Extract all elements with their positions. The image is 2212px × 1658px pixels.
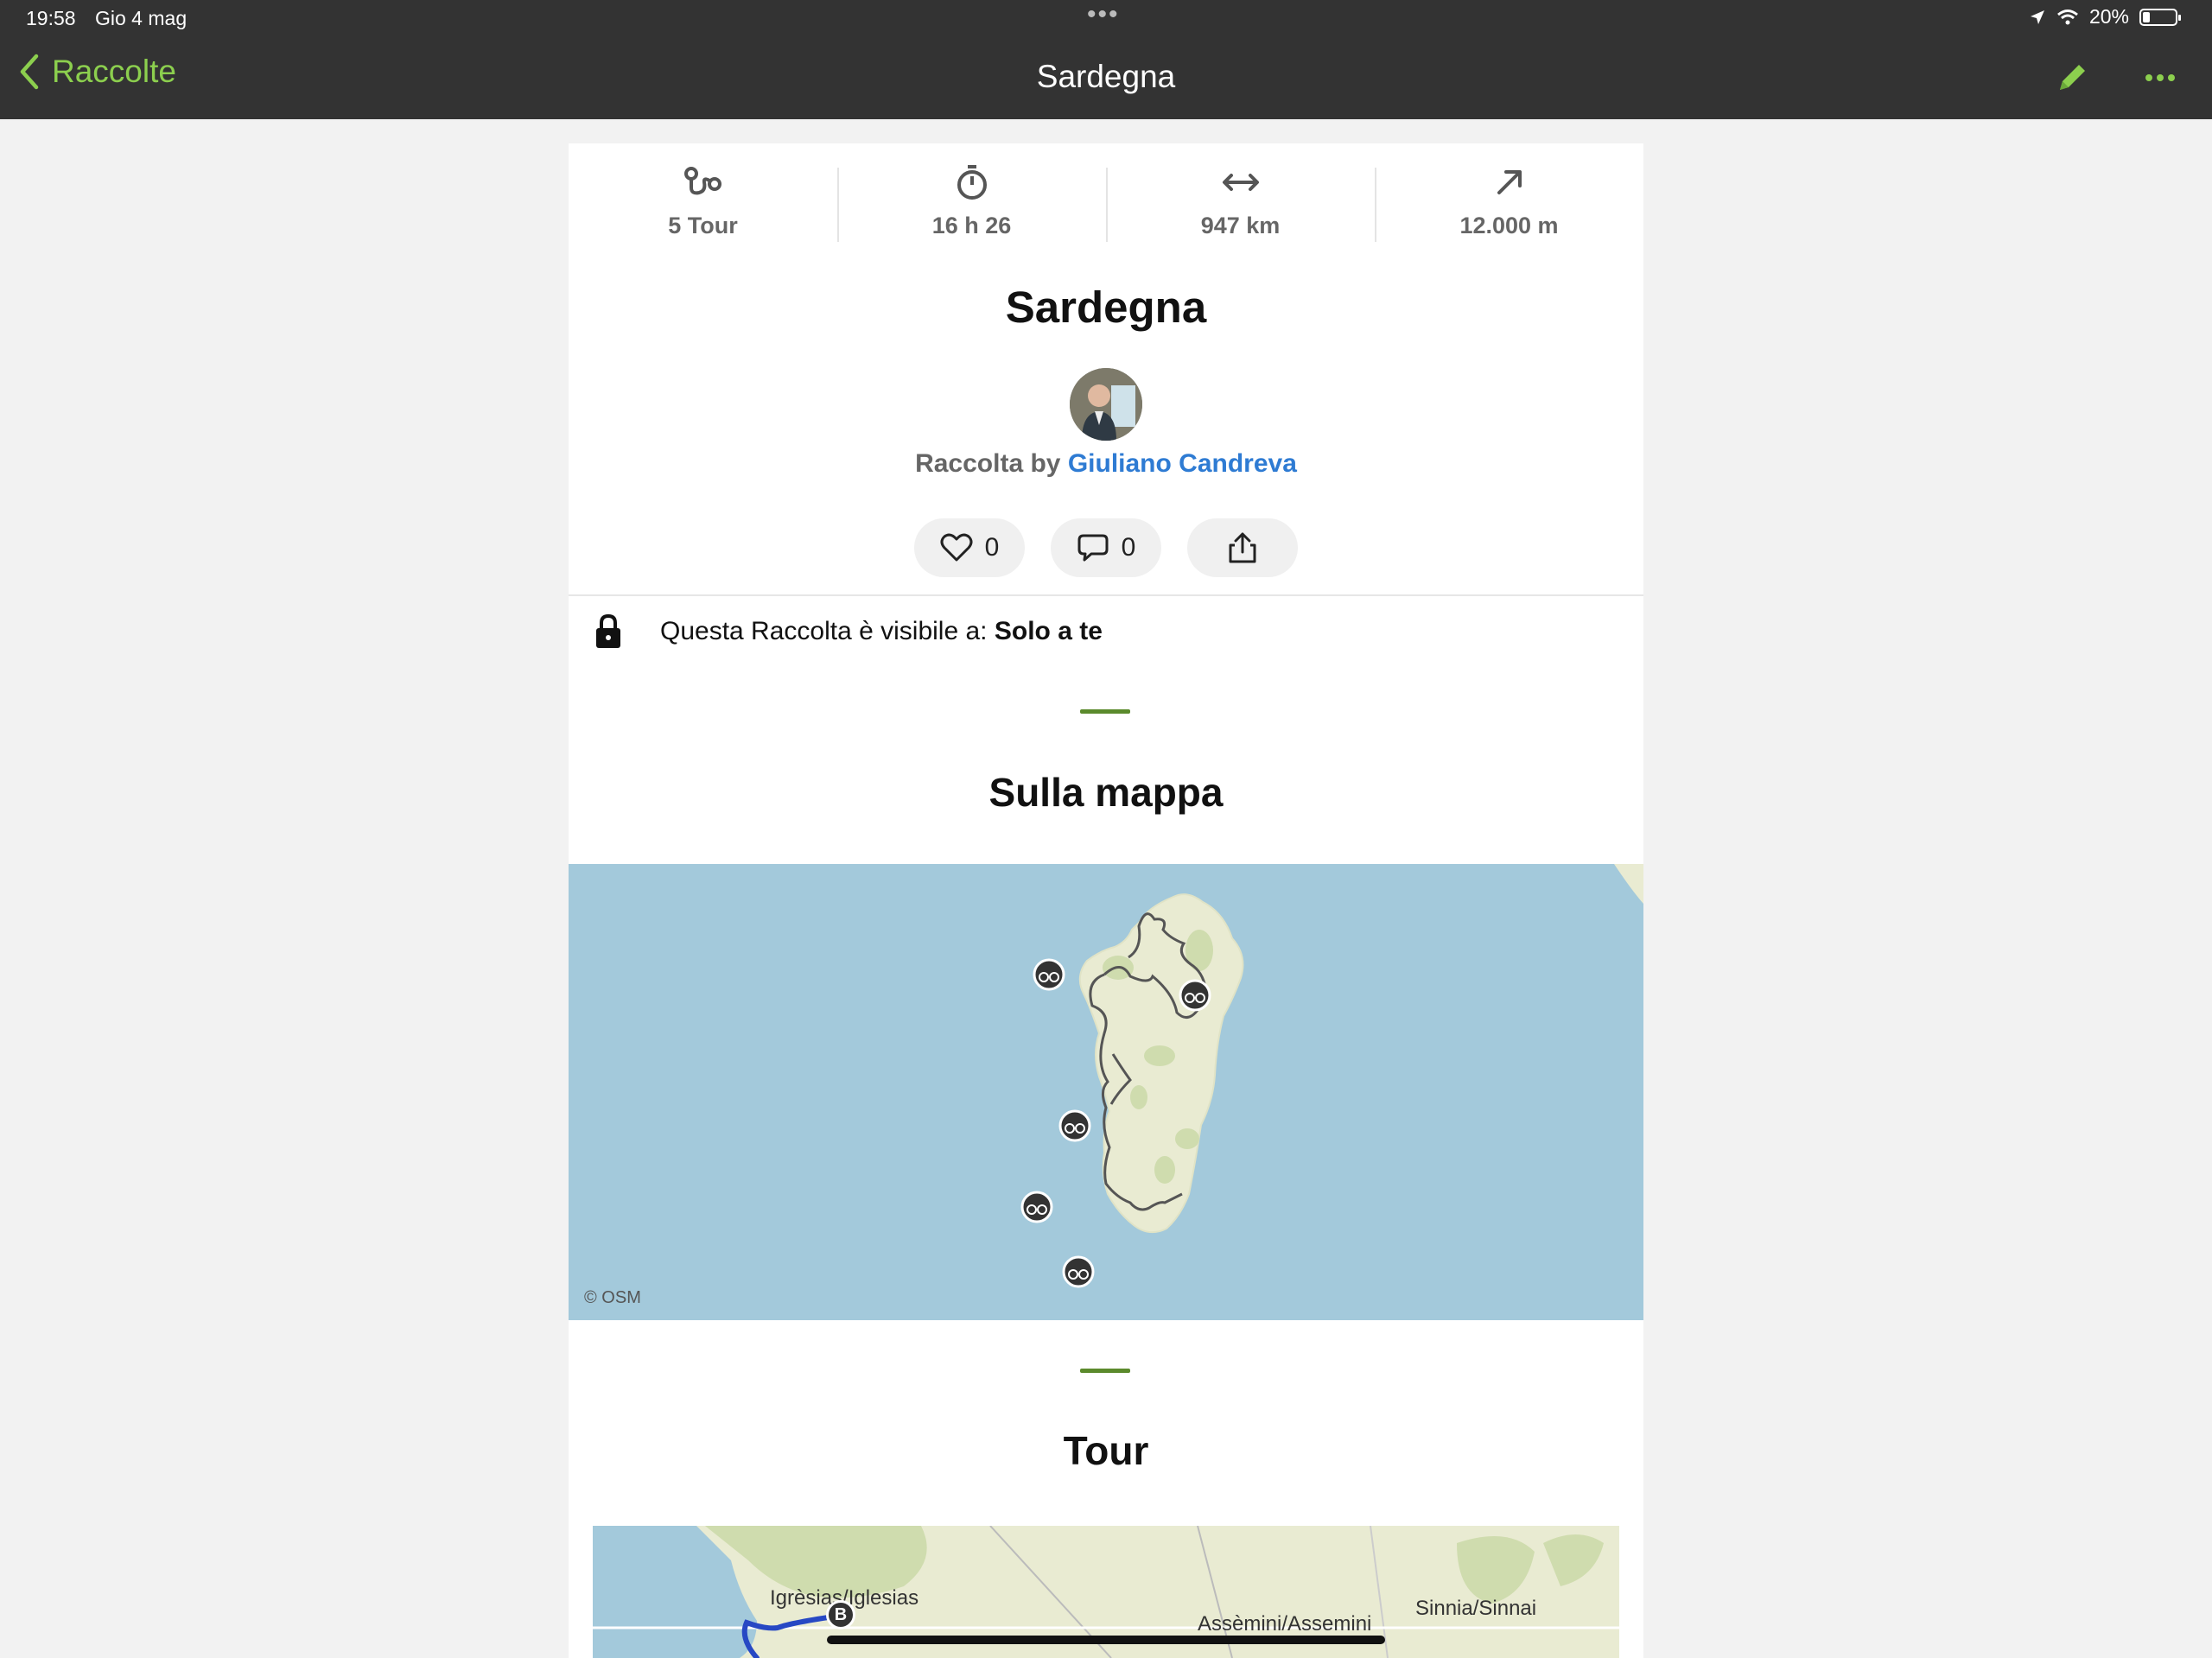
battery-percentage: 20% xyxy=(2088,5,2129,28)
tour-end-marker[interactable]: B xyxy=(826,1600,855,1629)
like-count: 0 xyxy=(984,533,1000,562)
multitasking-dots-icon[interactable]: ••• xyxy=(1087,0,1120,29)
tour-end-marker-label: B xyxy=(834,1604,848,1624)
nav-title: Sardegna xyxy=(1036,59,1176,94)
collection-card: 5 Tour 16 h 26 947 km 12.000 m Sardegna xyxy=(569,143,1643,1658)
tour-icon xyxy=(683,161,723,204)
location-arrow-icon xyxy=(2030,10,2044,24)
author-link[interactable]: Giuliano Candreva xyxy=(1068,449,1297,478)
edit-button[interactable] xyxy=(2055,60,2089,99)
byline: Raccolta by Giuliano Candreva xyxy=(569,449,1643,479)
distance-icon xyxy=(1222,161,1260,204)
battery-icon xyxy=(2139,8,2181,26)
share-icon xyxy=(1229,532,1256,563)
avatar[interactable] xyxy=(1070,368,1142,441)
comment-icon xyxy=(1077,534,1109,562)
stat-distance: 947 km xyxy=(1106,161,1375,247)
tour-marker[interactable] xyxy=(1062,1255,1095,1288)
sardinia-map xyxy=(1020,864,1643,1288)
visibility-value: Solo a te xyxy=(994,617,1103,645)
status-time: 19:58 xyxy=(26,7,76,29)
collection-title: Sardegna xyxy=(1005,283,1207,332)
stat-elevation: 12.000 m xyxy=(1375,161,1643,247)
map-attribution: © OSM xyxy=(584,1288,641,1307)
top-bar: 19:58 Gio 4 mag ••• 20% Raccolte Sardegn… xyxy=(0,0,2212,119)
stat-tours: 5 Tour xyxy=(569,161,837,247)
place-label: Assèmini/Assemini xyxy=(1198,1612,1372,1636)
wifi-icon xyxy=(2057,9,2078,24)
map-section-title: Sulla mappa xyxy=(988,770,1224,815)
share-button[interactable] xyxy=(1187,518,1298,577)
status-indicators: 20% xyxy=(2029,5,2181,29)
place-label: Sinnia/Sinnai xyxy=(1415,1597,1537,1620)
home-indicator[interactable] xyxy=(827,1636,1385,1644)
tour-marker[interactable] xyxy=(1033,958,1065,991)
visibility-text: Questa Raccolta è visibile a: Solo a te xyxy=(660,617,1103,646)
pencil-icon xyxy=(2060,65,2085,90)
comment-button[interactable]: 0 xyxy=(1051,518,1161,577)
section-accent-line xyxy=(1080,709,1130,714)
stat-tours-value: 5 Tour xyxy=(668,213,738,238)
visibility-label: Questa Raccolta è visibile a: xyxy=(660,617,988,645)
byline-prefix: Raccolta by xyxy=(915,449,1061,478)
action-buttons: 0 0 xyxy=(914,518,1298,577)
collection-map[interactable]: © OSM xyxy=(569,864,1643,1320)
stat-duration: 16 h 26 xyxy=(837,161,1106,247)
stat-elevation-value: 12.000 m xyxy=(1459,213,1559,238)
lock-icon xyxy=(596,613,620,648)
tour-marker[interactable] xyxy=(1020,1191,1053,1223)
divider xyxy=(569,594,1643,596)
status-date: Gio 4 mag xyxy=(95,7,188,29)
more-dots-icon xyxy=(2145,74,2175,81)
section-accent-line xyxy=(1080,1369,1130,1373)
stat-duration-value: 16 h 26 xyxy=(931,213,1012,238)
tours-section-title: Tour xyxy=(1063,1428,1149,1473)
more-button[interactable] xyxy=(2145,60,2176,99)
visibility-row[interactable]: Questa Raccolta è visibile a: Solo a te xyxy=(594,613,1103,650)
tour-marker[interactable] xyxy=(1058,1109,1091,1142)
heart-icon xyxy=(940,533,973,562)
stopwatch-icon xyxy=(955,161,989,204)
elevation-icon xyxy=(1494,161,1525,204)
like-button[interactable]: 0 xyxy=(914,518,1025,577)
stat-distance-value: 947 km xyxy=(1200,213,1281,238)
comment-count: 0 xyxy=(1121,533,1136,562)
stats-bar: 5 Tour 16 h 26 947 km 12.000 m xyxy=(569,161,1643,247)
tour-marker[interactable] xyxy=(1179,979,1211,1012)
